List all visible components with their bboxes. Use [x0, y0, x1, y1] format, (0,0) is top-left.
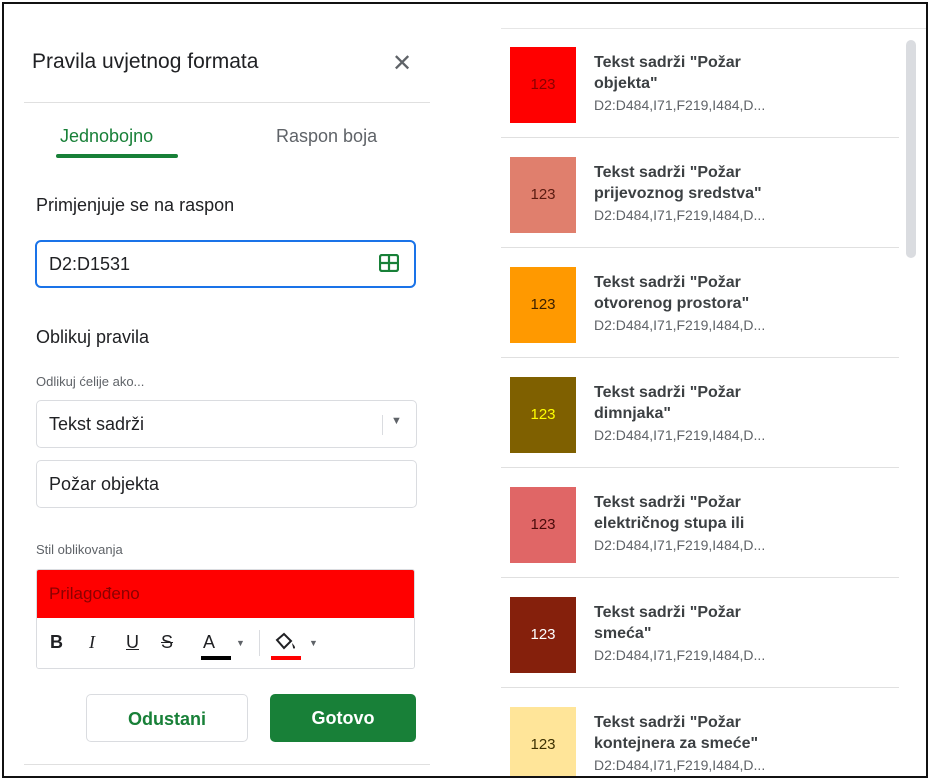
format-rules-label: Oblikuj pravila	[36, 327, 150, 347]
rule-item[interactable]: 123 Tekst sadrži "Požar dimnjaka" D2:D484,I…	[501, 358, 899, 468]
conditional-format-panel: Pravila uvjetnog formata ✕ Jednobojno Ra…	[4, 4, 436, 776]
rule-condition-line2: kontejnera za smeće"	[594, 735, 759, 752]
cancel-button[interactable]: Odustani	[86, 694, 248, 742]
rule-condition-line1: Tekst sadrži "Požar	[594, 494, 741, 511]
rule-range: D2:D484,I71,F219,I484,D...	[594, 757, 766, 773]
rule-format-preview: 123	[510, 157, 576, 233]
rule-format-preview: 123	[510, 597, 576, 673]
bold-button[interactable]: B	[50, 632, 63, 653]
text-color-icon: A	[203, 632, 216, 652]
rule-item[interactable]: 123 Tekst sadrži "Požar kontejnera za smeć…	[501, 688, 899, 776]
paint-bucket-icon	[275, 632, 295, 650]
close-icon[interactable]: ✕	[389, 51, 415, 77]
select-range-grid-icon[interactable]	[379, 254, 399, 272]
text-color-bar	[201, 656, 231, 660]
rule-condition-line2: električnog stupa ili	[594, 515, 745, 532]
rule-condition-line2: dimnjaka"	[594, 405, 671, 422]
condition-select[interactable]: Tekst sadrži ▼	[36, 400, 417, 448]
done-button[interactable]: Gotovo	[270, 694, 416, 742]
condition-text: Požar objekta	[49, 474, 160, 494]
scrollbar[interactable]	[906, 40, 916, 258]
chevron-down-icon: ▼	[236, 638, 245, 648]
rule-range: D2:D484,I71,F219,I484,D...	[594, 647, 766, 663]
screenshot-frame: Pravila uvjetnog formata ✕ Jednobojno Ra…	[2, 2, 928, 778]
rule-format-preview: 123	[510, 47, 576, 123]
style-preview-label: Prilagođeno	[49, 584, 140, 603]
italic-button[interactable]: I	[89, 632, 95, 653]
fill-color-bar	[271, 656, 301, 660]
rule-range: D2:D484,I71,F219,I484,D...	[594, 207, 766, 223]
rule-condition-line2: otvorenog prostora"	[594, 295, 750, 312]
divider	[24, 764, 430, 765]
rule-format-preview: 123	[510, 487, 576, 563]
rule-item[interactable]: 123 Tekst sadrži "Požar otvorenog prostora…	[501, 248, 899, 358]
rules-list-panel: 123 Tekst sadrži "Požar objekta" D2:D484,I7…	[501, 28, 926, 776]
rule-condition-line1: Tekst sadrži "Požar	[594, 164, 741, 181]
rule-range: D2:D484,I71,F219,I484,D...	[594, 97, 766, 113]
rule-range: D2:D484,I71,F219,I484,D...	[594, 427, 766, 443]
style-preview[interactable]: Prilagođeno	[37, 570, 414, 618]
apply-to-range-label: Primjenjuje se na raspon	[36, 195, 235, 215]
rule-range: D2:D484,I71,F219,I484,D...	[594, 537, 766, 553]
rule-item[interactable]: 123 Tekst sadrži "Požar smeća" D2:D484,I71,…	[501, 578, 899, 688]
select-divider	[382, 415, 383, 435]
rule-condition-line2: objekta"	[594, 75, 658, 92]
underline-button[interactable]: U	[126, 632, 139, 653]
rule-format-preview: 123	[510, 707, 576, 776]
condition-label: Odlikuj ćelije ako...	[36, 374, 145, 389]
rule-condition-line2: prijevoznog sredstva"	[594, 185, 762, 202]
tab-color-scale[interactable]: Raspon boja	[276, 126, 377, 147]
rule-condition-line1: Tekst sadrži "Požar	[594, 604, 741, 621]
tab-single-color[interactable]: Jednobojno	[60, 126, 153, 147]
rule-condition-line1: Tekst sadrži "Požar	[594, 384, 741, 401]
panel-title: Pravila uvjetnog formata	[32, 50, 259, 73]
active-tab-indicator	[56, 154, 178, 158]
rule-item[interactable]: 123 Tekst sadrži "Požar električnog stupa …	[501, 468, 899, 578]
formatting-style-label: Stil oblikovanja	[36, 542, 123, 557]
rule-item[interactable]: 123 Tekst sadrži "Požar prijevoznog sredst…	[501, 138, 899, 248]
rule-item[interactable]: 123 Tekst sadrži "Požar objekta" D2:D484,I7…	[501, 28, 899, 138]
chevron-down-icon: ▼	[309, 638, 318, 648]
condition-value-input[interactable]: Požar objekta	[36, 460, 417, 508]
condition-value: Tekst sadrži	[49, 414, 145, 434]
range-value: D2:D1531	[49, 254, 131, 274]
style-toolbar: B I U S A ▼ ▼	[37, 618, 414, 668]
rule-range: D2:D484,I71,F219,I484,D...	[594, 317, 766, 333]
strikethrough-button[interactable]: S	[161, 632, 173, 653]
fill-color-button[interactable]: ▼	[271, 632, 318, 660]
rule-format-preview: 123	[510, 377, 576, 453]
divider	[24, 102, 430, 103]
rule-condition-line1: Tekst sadrži "Požar	[594, 714, 741, 731]
rule-condition-line1: Tekst sadrži "Požar	[594, 274, 741, 291]
formatting-style-box: Prilagođeno B I U S A ▼ ▼	[36, 569, 415, 669]
rule-condition-line2: smeća"	[594, 625, 652, 642]
text-color-button[interactable]: A ▼	[201, 632, 245, 660]
rule-condition-line1: Tekst sadrži "Požar	[594, 54, 741, 71]
rule-format-preview: 123	[510, 267, 576, 343]
range-input[interactable]: D2:D1531	[35, 240, 416, 288]
chevron-down-icon: ▼	[391, 415, 402, 427]
toolbar-divider	[259, 630, 260, 656]
